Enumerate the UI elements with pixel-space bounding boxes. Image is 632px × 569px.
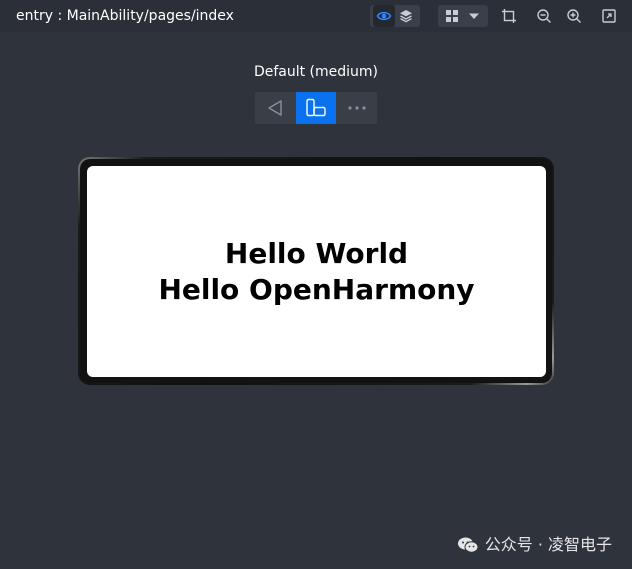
crop-icon (502, 9, 516, 23)
device-label: Default (medium) (253, 64, 379, 80)
more-icon (348, 106, 366, 110)
fit-screen-button[interactable] (598, 5, 620, 27)
wechat-icon (457, 537, 479, 553)
grid-button[interactable] (441, 5, 463, 27)
zoom-in-icon (567, 9, 581, 23)
layout-group (438, 5, 488, 27)
layers-button[interactable] (395, 5, 417, 27)
view-mode-group (370, 5, 420, 27)
orientation-control (255, 92, 377, 124)
crop-button[interactable] (498, 5, 520, 27)
hello-openharmony-text: Hello OpenHarmony (158, 272, 475, 306)
page-path: entry : MainAbility/pages/index (16, 8, 234, 24)
layout-dropdown-button[interactable] (463, 5, 485, 27)
inspector-eye-icon (376, 11, 392, 21)
watermark-text: 公众号 · 凌智电子 (484, 535, 612, 554)
back-button[interactable] (255, 92, 296, 124)
hello-world-text: Hello World (224, 236, 409, 270)
rotate-device-icon (306, 98, 326, 117)
fit-screen-icon (602, 9, 616, 23)
layers-icon (400, 10, 412, 23)
zoom-out-icon (537, 9, 551, 23)
back-triangle-icon (268, 100, 283, 116)
watermark: 公众号 · 凌智电子 (457, 535, 612, 555)
zoom-out-button[interactable] (533, 5, 555, 27)
device-screen: Hello World Hello OpenHarmony (87, 166, 546, 377)
inspector-toggle-button[interactable] (373, 5, 395, 27)
grid-icon (446, 10, 458, 22)
more-options-button[interactable] (336, 92, 377, 124)
top-toolbar: entry : MainAbility/pages/index (0, 0, 632, 32)
zoom-in-button[interactable] (563, 5, 585, 27)
rotate-device-button[interactable] (295, 92, 337, 124)
dropdown-arrow-icon (469, 13, 479, 19)
